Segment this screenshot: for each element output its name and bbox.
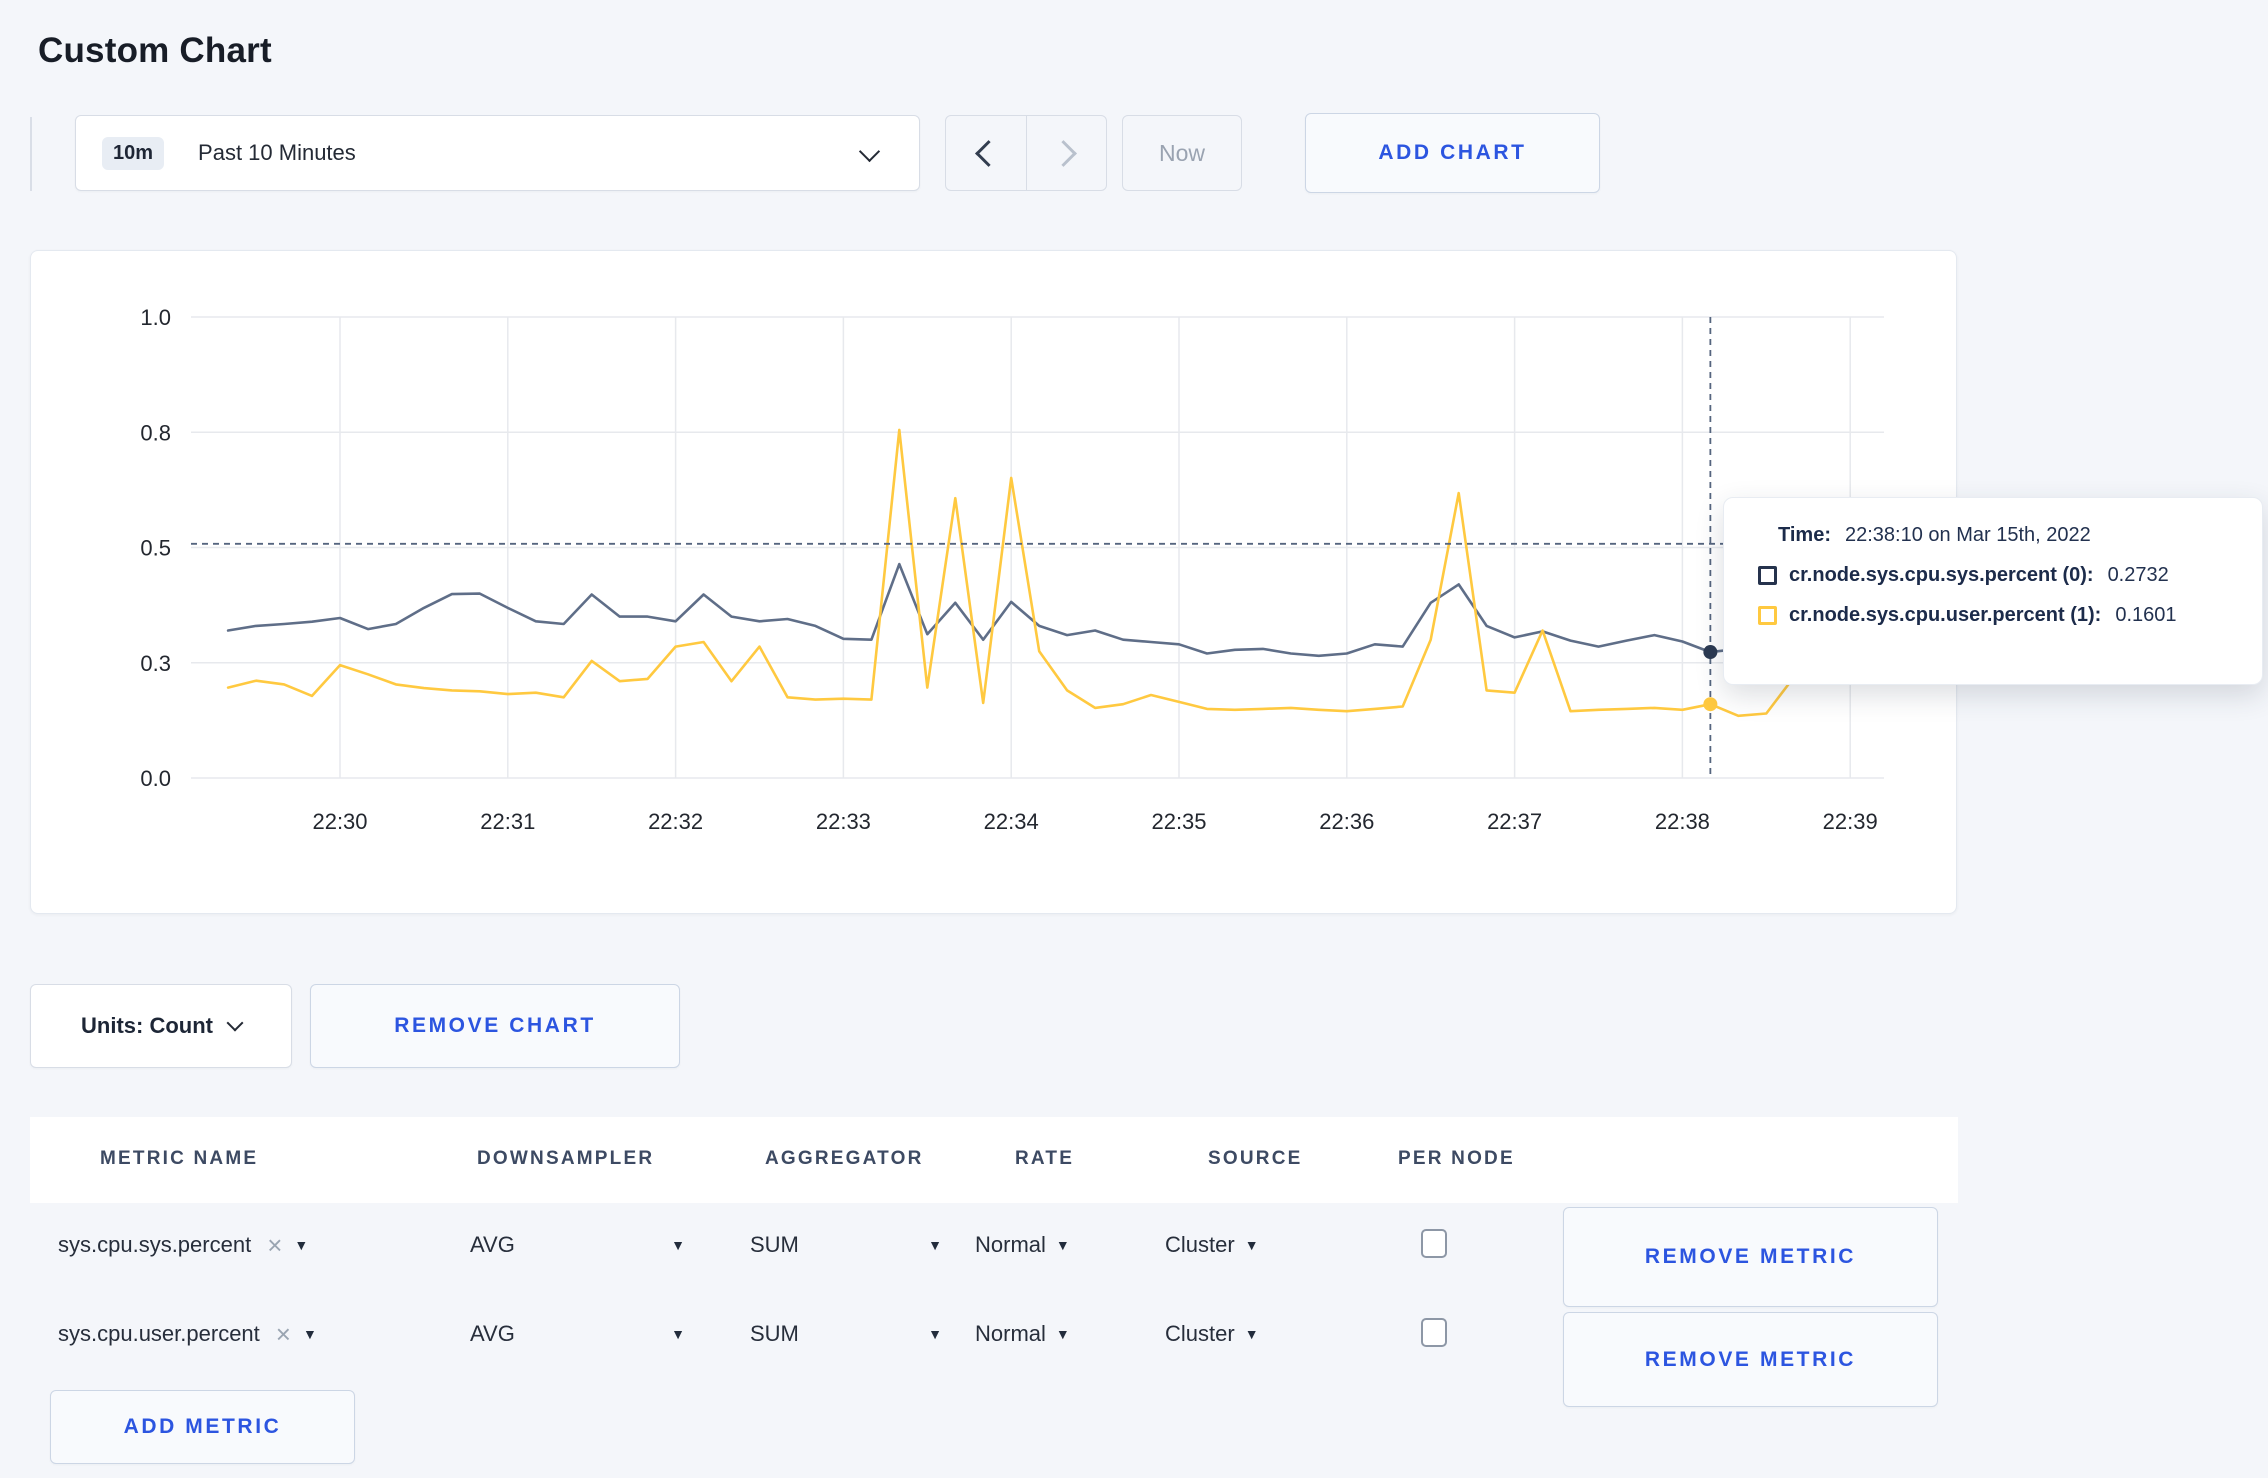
remove-chart-button[interactable]: REMOVE CHART [310,984,680,1068]
user-series-swatch-icon [1758,606,1777,625]
x-axis-tick-label: 22:30 [312,809,367,834]
dropdown-caret-icon: ▼ [294,1237,309,1253]
clear-metric-icon[interactable]: × [276,1321,291,1347]
per-node-checkbox[interactable] [1421,1318,1447,1347]
tooltip-time-label: Time: [1778,524,1831,546]
series-line-percent [226,562,1880,658]
chevron-down-icon [226,1014,244,1032]
dropdown-caret-icon: ▼ [1055,1326,1070,1342]
hover-point [1703,645,1718,660]
aggregator-value: SUM [750,1232,799,1257]
tooltip-series-value: 0.1601 [2115,604,2177,626]
time-nav-group [945,115,1107,191]
time-range-label: Past 10 Minutes [198,140,356,165]
tooltip-series-label: cr.node.sys.cpu.sys.percent (0): [1789,564,2094,586]
x-axis-tick-label: 22:31 [480,809,535,834]
x-axis-tick-label: 22:35 [1151,809,1206,834]
source-value: Cluster [1165,1232,1235,1257]
time-range-dropdown[interactable]: 10m Past 10 Minutes [75,115,920,191]
dropdown-caret-icon: ▼ [1244,1326,1259,1342]
x-axis-tick-label: 22:32 [648,809,703,834]
y-axis-tick-label: 1.0 [140,305,171,330]
downsampler-select[interactable]: AVG ▼ [470,1304,685,1364]
metric-name-label: sys.cpu.user.percent [58,1321,260,1346]
aggregator-value: SUM [750,1321,799,1346]
rate-value: Normal [975,1321,1046,1346]
y-axis-tick-label: 0.5 [140,536,171,561]
table-header-downsampler: DOWNSAMPLER [477,1148,655,1169]
rate-select[interactable]: Normal ▼ [975,1304,1070,1364]
dropdown-caret-icon: ▼ [1055,1237,1070,1253]
hover-point [1703,697,1718,712]
units-dropdown[interactable]: Units: Count [30,984,292,1068]
x-axis-tick-label: 22:39 [1823,809,1878,834]
y-axis-tick-label: 0.0 [140,766,171,791]
chevron-left-icon [975,139,1003,167]
prev-time-button[interactable] [946,116,1026,190]
metrics-table-header: METRIC NAME DOWNSAMPLER AGGREGATOR RATE SOUR… [30,1117,1958,1203]
clear-metric-icon[interactable]: × [267,1232,282,1258]
aggregator-select[interactable]: SUM ▼ [750,1215,942,1275]
dropdown-caret-icon: ▼ [928,1326,942,1342]
aggregator-select[interactable]: SUM ▼ [750,1304,942,1364]
add-chart-button[interactable]: ADD CHART [1305,113,1600,193]
table-header-metric-name: METRIC NAME [100,1148,259,1169]
rate-select[interactable]: Normal ▼ [975,1215,1070,1275]
next-time-button[interactable] [1025,116,1107,190]
downsampler-value: AVG [470,1321,515,1346]
table-header-aggregator: AGGREGATOR [765,1148,924,1169]
metric-name-label: sys.cpu.sys.percent [58,1232,252,1257]
now-button[interactable]: Now [1122,115,1242,191]
sys-series-swatch-icon [1758,566,1777,585]
dropdown-caret-icon: ▼ [1244,1237,1259,1253]
per-node-checkbox[interactable] [1421,1229,1447,1258]
x-axis-tick-label: 22:33 [816,809,871,834]
metric-name-select[interactable]: sys.cpu.sys.percent × ▼ [58,1215,308,1275]
units-label: Units: Count [81,1013,213,1038]
x-axis-tick-label: 22:36 [1319,809,1374,834]
chevron-down-icon [858,140,881,163]
table-header-source: SOURCE [1208,1148,1303,1169]
source-select[interactable]: Cluster ▼ [1165,1304,1259,1364]
downsampler-value: AVG [470,1232,515,1257]
source-select[interactable]: Cluster ▼ [1165,1215,1259,1275]
source-value: Cluster [1165,1321,1235,1346]
add-metric-button[interactable]: ADD METRIC [50,1390,355,1464]
x-axis-tick-label: 22:34 [984,809,1039,834]
rate-value: Normal [975,1232,1046,1257]
y-axis-tick-label: 0.8 [140,420,171,445]
metric-name-select[interactable]: sys.cpu.user.percent × ▼ [58,1304,317,1364]
dropdown-caret-icon: ▼ [928,1237,942,1253]
dropdown-caret-icon: ▼ [671,1326,685,1342]
chevron-right-icon [1049,139,1077,167]
chart-card: 0.0 0.3 0.5 0.8 1.0 22:30 22:31 22:32 22:33 22:34… [30,250,1957,914]
y-axis-tick-label: 0.3 [140,651,171,676]
tooltip-series-row: cr.node.sys.cpu.user.percent (1): 0.1601 [1758,604,2262,627]
table-header-per-node: PER NODE [1398,1148,1515,1169]
series-line-percent [226,428,1880,718]
dropdown-caret-icon: ▼ [671,1237,685,1253]
downsampler-select[interactable]: AVG ▼ [470,1215,685,1275]
dropdown-caret-icon: ▼ [302,1326,317,1342]
tooltip-time-row: Time: 22:38:10 on Mar 15th, 2022 [1758,524,2262,547]
tooltip-series-value: 0.2732 [2107,564,2169,586]
tooltip-time-value: 22:38:10 on Mar 15th, 2022 [1844,524,2091,546]
remove-metric-button[interactable]: REMOVE METRIC [1563,1312,1938,1407]
table-header-rate: RATE [1015,1148,1075,1169]
page-title: Custom Chart [38,31,272,71]
timeseries-chart[interactable]: 0.0 0.3 0.5 0.8 1.0 22:30 22:31 22:32 22:33 22:34… [31,251,1956,911]
x-axis-tick-label: 22:37 [1487,809,1542,834]
x-axis-tick-label: 22:38 [1655,809,1710,834]
toolbar-divider [30,117,32,191]
tooltip-series-label: cr.node.sys.cpu.user.percent (1): [1789,604,2102,626]
time-range-badge: 10m [102,136,165,170]
remove-metric-button[interactable]: REMOVE METRIC [1563,1207,1938,1307]
tooltip-series-row: cr.node.sys.cpu.sys.percent (0): 0.2732 [1758,564,2262,587]
chart-tooltip: Time: 22:38:10 on Mar 15th, 2022 cr.node… [1723,497,2263,685]
